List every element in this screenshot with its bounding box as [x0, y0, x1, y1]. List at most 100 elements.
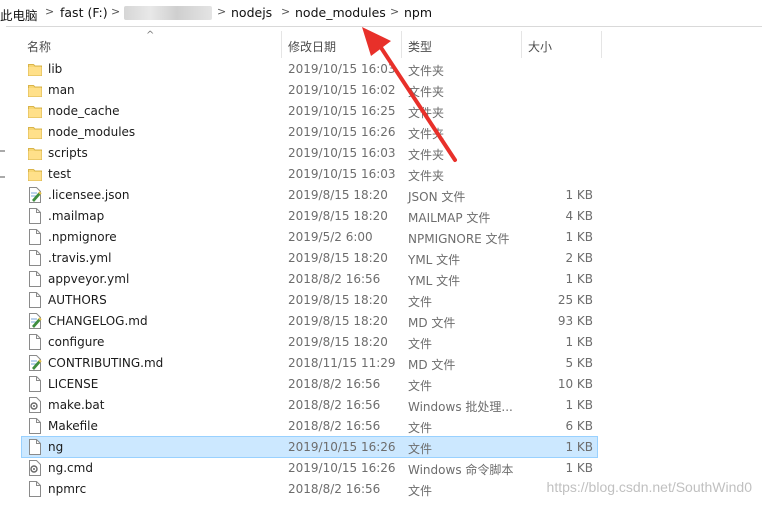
file-date: 2019/10/15 16:25: [288, 104, 396, 118]
address-bar[interactable]: 此电脑 > fast (F:) > > nodejs > node_module…: [0, 0, 762, 27]
column-type[interactable]: 类型: [408, 38, 432, 55]
breadcrumb-node-modules[interactable]: node_modules: [295, 5, 386, 20]
column-divider[interactable]: [521, 31, 522, 58]
file-date: 2019/10/15 16:03: [288, 62, 396, 76]
file-row[interactable]: CHANGELOG.md 2019/8/15 18:20 MD 文件 93 KB: [22, 311, 597, 331]
tree-expander[interactable]: [0, 150, 5, 152]
file-type: 文件: [408, 295, 433, 309]
file-row[interactable]: configure 2019/8/15 18:20 文件 1 KB: [22, 332, 597, 352]
folder-icon: [28, 124, 42, 140]
file-type: MD 文件: [408, 358, 456, 372]
file-date: 2019/5/2 6:00: [288, 230, 373, 244]
file-size: 1 KB: [565, 440, 593, 454]
file-type: Windows 命令脚本: [408, 463, 514, 477]
file-row[interactable]: ng.cmd 2019/10/15 16:26 Windows 命令脚本 1 KB: [22, 458, 597, 478]
file-type: 文件夹: [408, 106, 445, 120]
chevron-right-icon[interactable]: >: [390, 5, 399, 18]
file-row[interactable]: .travis.yml 2019/8/15 18:20 YML 文件 2 KB: [22, 248, 597, 268]
breadcrumb-redacted[interactable]: [124, 6, 212, 20]
folder-icon: [28, 103, 42, 119]
file-date: 2018/8/2 16:56: [288, 482, 381, 496]
file-row[interactable]: AUTHORS 2019/8/15 18:20 文件 25 KB: [22, 290, 597, 310]
column-size[interactable]: 大小: [528, 38, 552, 55]
file-date: 2019/10/15 16:26: [288, 440, 396, 454]
file-row[interactable]: man 2019/10/15 16:02 文件夹: [22, 80, 597, 100]
file-row[interactable]: .npmignore 2019/5/2 6:00 NPMIGNORE 文件 1 KB: [22, 227, 597, 247]
column-date[interactable]: 修改日期: [288, 38, 336, 55]
column-header: ^ 名称 修改日期 类型 大小: [22, 30, 602, 58]
edit-file-icon: [28, 187, 42, 203]
file-name: make.bat: [48, 398, 105, 412]
batch-file-icon: [28, 397, 42, 413]
file-date: 2019/10/15 16:26: [288, 125, 396, 139]
column-divider[interactable]: [601, 31, 602, 58]
breadcrumb-this-pc[interactable]: 此电脑: [0, 5, 38, 24]
breadcrumb-drive[interactable]: fast (F:): [60, 5, 108, 20]
column-divider[interactable]: [401, 31, 402, 58]
file-row[interactable]: CONTRIBUTING.md 2018/11/15 11:29 MD 文件 5 KB: [22, 353, 597, 373]
file-icon: [28, 334, 42, 350]
file-size: 1 KB: [565, 335, 593, 349]
file-type: 文件: [408, 442, 433, 456]
file-row[interactable]: lib 2019/10/15 16:03 文件夹: [22, 59, 597, 79]
file-size: 1 KB: [565, 230, 593, 244]
chevron-right-icon[interactable]: >: [217, 5, 226, 18]
file-size: 5 KB: [565, 356, 593, 370]
file-size: 6 KB: [565, 419, 593, 433]
navigation-pane-edge[interactable]: [0, 26, 6, 505]
file-icon: [28, 376, 42, 392]
file-date: 2019/10/15 16:02: [288, 83, 396, 97]
file-name: Makefile: [48, 419, 98, 433]
file-row[interactable]: ng 2019/10/15 16:26 文件 1 KB: [21, 436, 598, 458]
batch-file-icon: [28, 460, 42, 476]
file-date: 2019/10/15 16:26: [288, 461, 396, 475]
file-name: lib: [48, 62, 63, 76]
file-date: 2019/8/15 18:20: [288, 335, 388, 349]
file-row[interactable]: Makefile 2018/8/2 16:56 文件 6 KB: [22, 416, 597, 436]
file-type: YML 文件: [408, 253, 461, 267]
file-row[interactable]: test 2019/10/15 16:03 文件夹: [22, 164, 597, 184]
file-type: YML 文件: [408, 274, 461, 288]
file-type: 文件夹: [408, 127, 445, 141]
column-divider[interactable]: [281, 31, 282, 58]
file-name: ng.cmd: [48, 461, 93, 475]
file-date: 2018/8/2 16:56: [288, 398, 381, 412]
file-date: 2019/10/15 16:03: [288, 146, 396, 160]
file-name: CONTRIBUTING.md: [48, 356, 164, 370]
chevron-right-icon[interactable]: >: [45, 5, 54, 18]
file-name: appveyor.yml: [48, 272, 130, 286]
file-row[interactable]: node_cache 2019/10/15 16:25 文件夹: [22, 101, 597, 121]
watermark: https://blog.csdn.net/SouthWind0: [546, 479, 752, 495]
file-row[interactable]: .licensee.json 2019/8/15 18:20 JSON 文件 1 KB: [22, 185, 597, 205]
file-type: 文件夹: [408, 64, 445, 78]
chevron-right-icon[interactable]: >: [281, 5, 290, 18]
file-date: 2019/10/15 16:03: [288, 167, 396, 181]
file-icon: [28, 250, 42, 266]
file-size: 1 KB: [565, 461, 593, 475]
file-name: .licensee.json: [48, 188, 130, 202]
file-row[interactable]: npmrc 2018/8/2 16:56 文件: [22, 479, 597, 499]
file-size: 25 KB: [557, 293, 593, 307]
file-type: 文件: [408, 421, 433, 435]
breadcrumb-npm[interactable]: npm: [404, 5, 432, 20]
file-name: CHANGELOG.md: [48, 314, 148, 328]
sort-ascending-icon: ^: [146, 30, 155, 41]
breadcrumb-nodejs[interactable]: nodejs: [231, 5, 272, 20]
column-name[interactable]: 名称: [27, 38, 51, 55]
file-icon: [28, 481, 42, 497]
file-date: 2019/8/15 18:20: [288, 209, 388, 223]
file-row[interactable]: make.bat 2018/8/2 16:56 Windows 批处理... 1 KB: [22, 395, 597, 415]
file-type: NPMIGNORE 文件: [408, 232, 510, 246]
file-row[interactable]: scripts 2019/10/15 16:03 文件夹: [22, 143, 597, 163]
file-row[interactable]: node_modules 2019/10/15 16:26 文件夹: [22, 122, 597, 142]
file-row[interactable]: .mailmap 2019/8/15 18:20 MAILMAP 文件 4 KB: [22, 206, 597, 226]
tree-expander[interactable]: [0, 176, 5, 178]
file-type: 文件: [408, 379, 433, 393]
file-name: configure: [48, 335, 105, 349]
file-row[interactable]: appveyor.yml 2018/8/2 16:56 YML 文件 1 KB: [22, 269, 597, 289]
folder-icon: [28, 82, 42, 98]
chevron-right-icon[interactable]: >: [111, 5, 120, 18]
file-row[interactable]: LICENSE 2018/8/2 16:56 文件 10 KB: [22, 374, 597, 394]
file-icon: [28, 439, 42, 455]
file-size: 4 KB: [565, 209, 593, 223]
